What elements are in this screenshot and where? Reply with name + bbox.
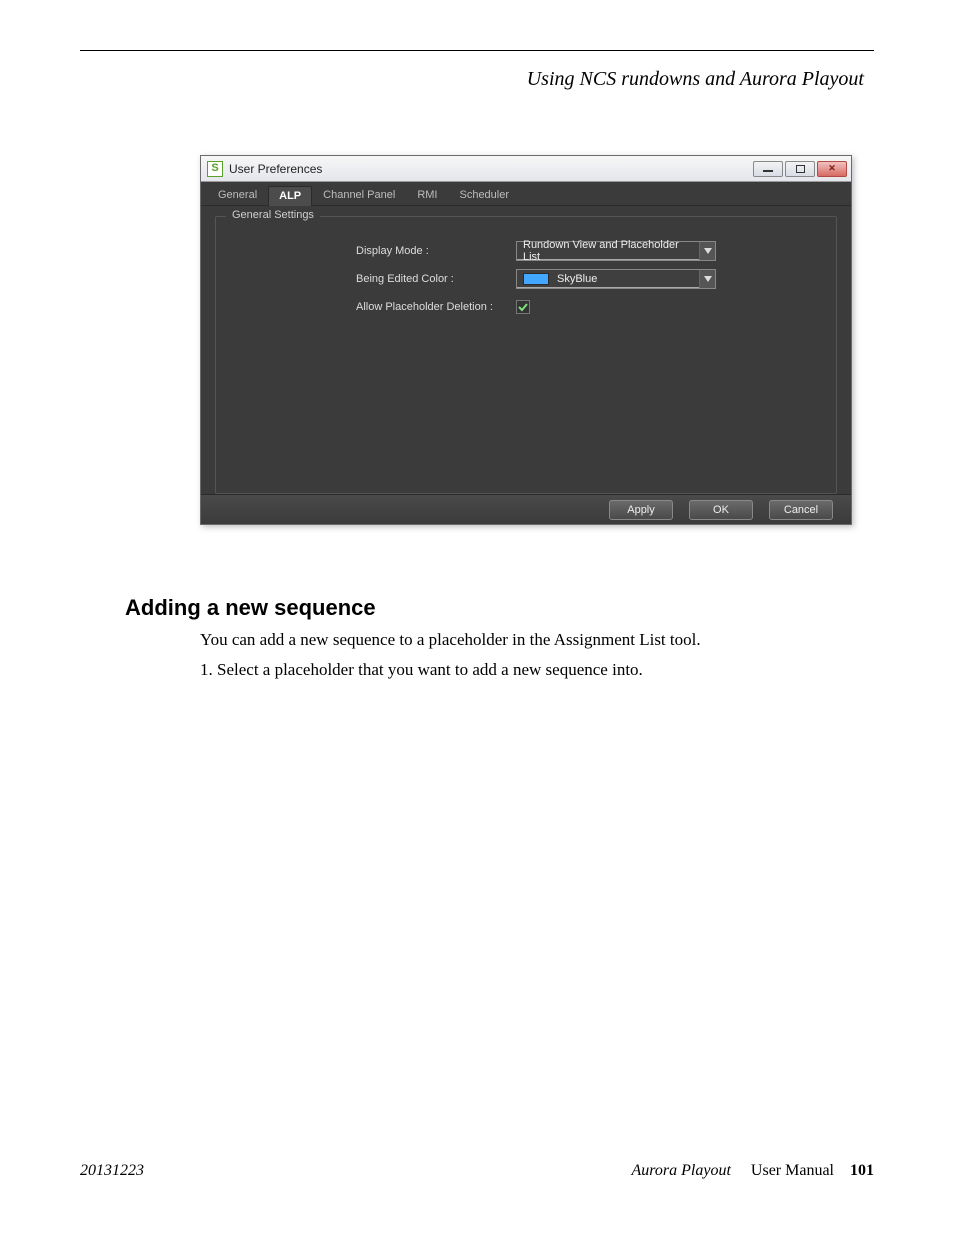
footer-date: 20131223: [80, 1162, 144, 1180]
apply-button[interactable]: Apply: [609, 500, 673, 520]
app-icon-letter: S: [211, 163, 218, 174]
ok-button[interactable]: OK: [689, 500, 753, 520]
chevron-down-icon: [699, 270, 715, 288]
window-title: User Preferences: [229, 162, 753, 176]
being-edited-color-select[interactable]: SkyBlue: [516, 269, 716, 289]
minimize-icon: [763, 170, 773, 172]
chapter-title: Using NCS rundowns and Aurora Playout: [527, 68, 864, 91]
maximize-button[interactable]: [785, 161, 815, 177]
close-button[interactable]: ✕: [817, 161, 847, 177]
close-icon: ✕: [828, 164, 836, 173]
step-1: 1. Select a placeholder that you want to…: [200, 660, 643, 680]
display-mode-value: Rundown View and Placeholder List: [517, 242, 699, 260]
footer-page-number: 101: [850, 1162, 874, 1179]
maximize-icon: [796, 165, 805, 173]
footer-section: User Manual: [751, 1162, 834, 1179]
general-settings-group: General Settings Display Mode : Rundown …: [215, 216, 837, 494]
label-display-mode: Display Mode :: [356, 245, 516, 257]
form-area: Display Mode : Rundown View and Placehol…: [356, 237, 826, 321]
intro-paragraph: You can add a new sequence to a placehol…: [200, 630, 701, 650]
tab-channel-panel[interactable]: Channel Panel: [312, 185, 406, 205]
chevron-down-icon: [699, 242, 715, 260]
control-allow-placeholder-deletion: [516, 300, 716, 314]
display-mode-select[interactable]: Rundown View and Placeholder List: [516, 241, 716, 261]
app-icon: S: [207, 161, 223, 177]
dialog-body: General Settings Display Mode : Rundown …: [201, 206, 851, 494]
check-icon: [518, 302, 528, 312]
tab-alp[interactable]: ALP: [268, 186, 312, 206]
window-controls: ✕: [753, 161, 847, 177]
tab-general[interactable]: General: [207, 185, 268, 205]
footer-right: Aurora Playout User Manual 101: [632, 1162, 875, 1180]
footer-book-title: Aurora Playout: [632, 1162, 731, 1179]
tab-bar: General ALP Channel Panel RMI Scheduler: [201, 182, 851, 206]
minimize-button[interactable]: [753, 161, 783, 177]
dialog-user-preferences: S User Preferences ✕ General ALP Channel…: [200, 155, 852, 525]
label-being-edited-color: Being Edited Color :: [356, 273, 516, 285]
tab-scheduler[interactable]: Scheduler: [448, 185, 520, 205]
titlebar[interactable]: S User Preferences ✕: [201, 156, 851, 182]
row-being-edited-color: Being Edited Color : SkyBlue: [356, 265, 826, 293]
dialog-footer: Apply OK Cancel: [201, 494, 851, 524]
screenshot-user-preferences: S User Preferences ✕ General ALP Channel…: [200, 155, 852, 525]
being-edited-color-value: SkyBlue: [517, 270, 699, 288]
tab-rmi[interactable]: RMI: [406, 185, 448, 205]
display-mode-text: Rundown View and Placeholder List: [523, 239, 693, 263]
allow-placeholder-deletion-checkbox[interactable]: [516, 300, 530, 314]
control-display-mode: Rundown View and Placeholder List: [516, 241, 716, 261]
row-display-mode: Display Mode : Rundown View and Placehol…: [356, 237, 826, 265]
being-edited-color-text: SkyBlue: [557, 273, 597, 285]
cancel-button[interactable]: Cancel: [769, 500, 833, 520]
header-rule: [80, 50, 874, 51]
control-being-edited-color: SkyBlue: [516, 269, 716, 289]
label-allow-placeholder-deletion: Allow Placeholder Deletion :: [356, 301, 516, 313]
document-page: Using NCS rundowns and Aurora Playout S …: [0, 0, 954, 1235]
color-swatch: [523, 273, 549, 285]
group-legend: General Settings: [226, 209, 320, 221]
row-allow-placeholder-deletion: Allow Placeholder Deletion :: [356, 293, 826, 321]
section-heading: Adding a new sequence: [125, 595, 376, 621]
